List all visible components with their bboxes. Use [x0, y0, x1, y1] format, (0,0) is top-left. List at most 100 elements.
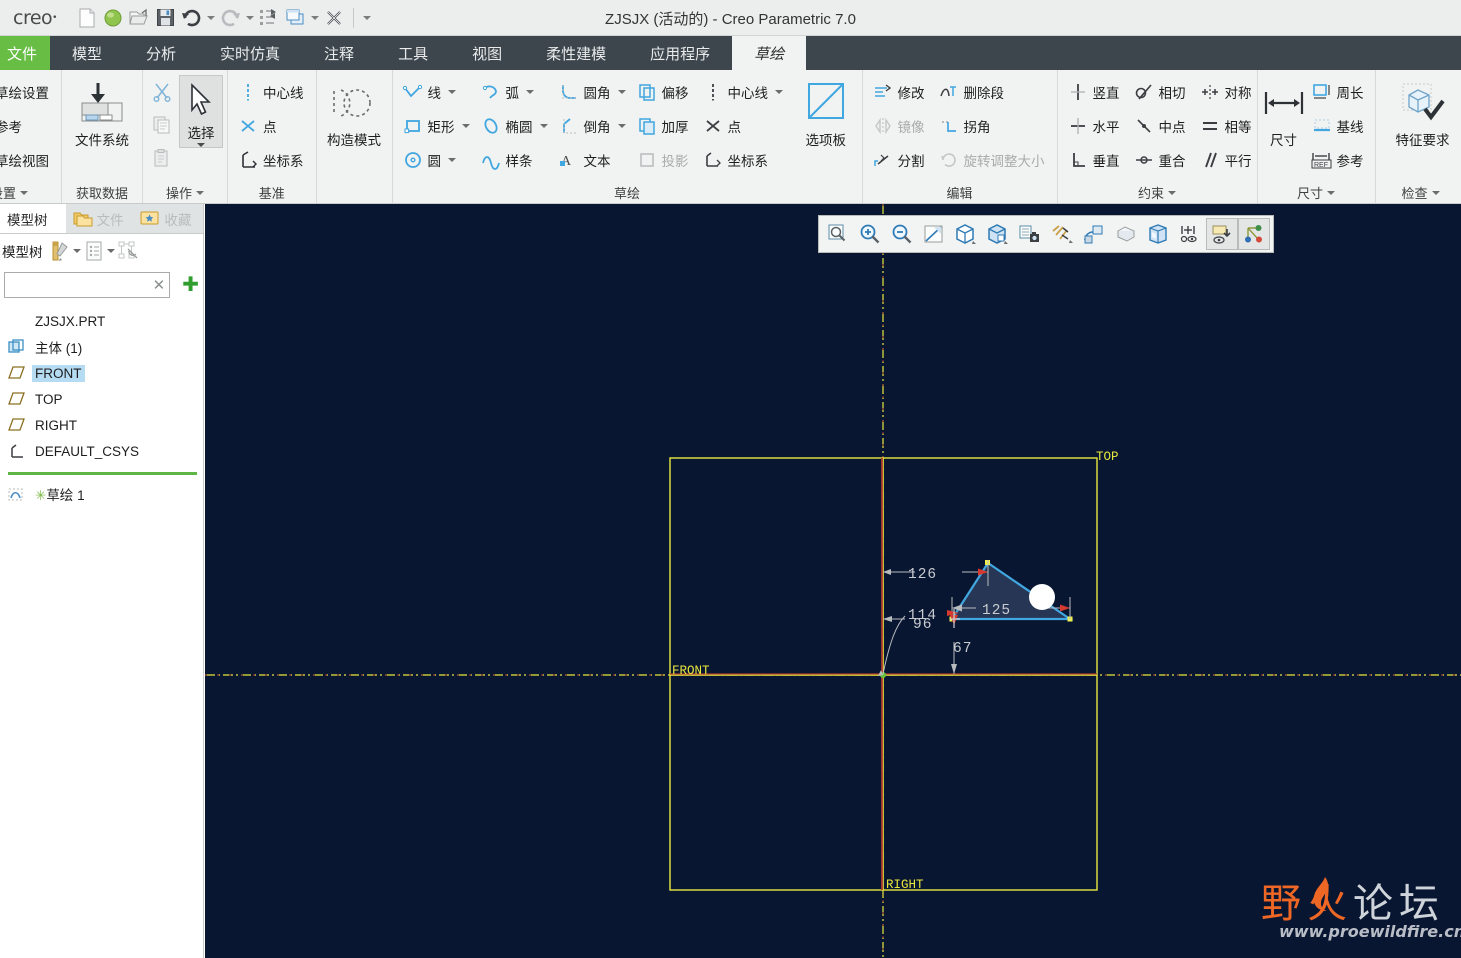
fillet-button[interactable]: 圆角 — [553, 75, 631, 109]
saved-views-icon[interactable] — [1014, 218, 1046, 250]
palette-button[interactable]: 选项板 — [794, 75, 858, 149]
ellipse-button[interactable]: 椭圆 — [475, 109, 553, 143]
project-button[interactable]: 投影 — [631, 143, 697, 177]
undo-dropdown-caret-icon[interactable] — [204, 4, 217, 32]
vertical-constraint-button[interactable]: 竖直 — [1062, 75, 1128, 109]
rectangle-button[interactable]: 矩形 — [397, 109, 475, 143]
ribbon-tab-flexible-modeling[interactable]: 柔性建模 — [524, 36, 628, 70]
plus-icon[interactable]: ✚ — [182, 275, 199, 295]
datum-display-icon[interactable] — [1046, 218, 1078, 250]
tree-filter-icon[interactable] — [117, 239, 139, 263]
ribbon-tab-tools[interactable]: 工具 — [376, 36, 450, 70]
tree-item-default-csys[interactable]: DEFAULT_CSYS — [8, 438, 203, 464]
display-style-icon[interactable] — [950, 218, 982, 250]
ribbon-tab-analysis[interactable]: 分析 — [124, 36, 198, 70]
ribbon-group-inspect-title[interactable]: 检查 — [1376, 182, 1461, 203]
file-system-button[interactable]: 文件系统 — [66, 75, 138, 149]
ribbon-group-setup-title[interactable]: 设置 — [0, 182, 61, 203]
section-icon[interactable] — [1110, 218, 1142, 250]
tab-model-tree[interactable]: 模型树 — [0, 204, 66, 233]
tree-item-right[interactable]: RIGHT — [8, 412, 203, 438]
appearance-icon[interactable] — [982, 218, 1014, 250]
circle-button[interactable]: 圆 — [397, 143, 475, 177]
ribbon-tab-file[interactable]: 文件 — [0, 36, 50, 70]
modify-button[interactable]: 修改 — [867, 75, 933, 109]
new-file-icon[interactable] — [74, 4, 100, 32]
rotate-resize-button[interactable]: 旋转调整大小 — [933, 143, 1053, 177]
sketch-csys-button[interactable]: 坐标系 — [697, 143, 789, 177]
open-file-icon[interactable] — [126, 4, 152, 32]
sketcher-display-icon[interactable] — [1206, 218, 1238, 250]
graphics-area[interactable]: TOP FRONT RIGHT 126 125 114 96 67 野 火 论 … — [205, 204, 1461, 958]
fillet-caret-icon[interactable] — [617, 90, 626, 94]
sketch-point-button[interactable]: 点 — [697, 109, 789, 143]
rectangle-caret-icon[interactable] — [461, 124, 470, 128]
zoom-out-icon[interactable] — [886, 218, 918, 250]
line-button[interactable]: 线 — [397, 75, 475, 109]
horizontal-constraint-button[interactable]: 水平 — [1062, 109, 1128, 143]
ribbon-tab-applications[interactable]: 应用程序 — [628, 36, 732, 70]
sketch-settings-button[interactable]: 草绘设置 — [0, 75, 57, 109]
sketch-centerline-button[interactable]: 中心线 — [697, 75, 789, 109]
text-button[interactable]: A 文本 — [553, 143, 631, 177]
view-orientation-icon[interactable] — [1142, 218, 1174, 250]
tree-item-top[interactable]: TOP — [8, 386, 203, 412]
ribbon-group-operations-title[interactable]: 操作 — [143, 182, 227, 203]
dimension-button[interactable]: 尺寸 — [1262, 75, 1306, 149]
spin-center-icon[interactable] — [1078, 218, 1110, 250]
chamfer-caret-icon[interactable] — [617, 124, 626, 128]
tab-folders[interactable]: 文件 — [66, 204, 134, 233]
feature-requirements-button[interactable]: 特征要求 — [1380, 75, 1461, 149]
baseline-dimension-button[interactable]: 基线 — [1306, 109, 1372, 143]
tree-display-icon[interactable] — [83, 239, 105, 263]
ribbon-tab-sketch[interactable]: 草绘 — [732, 36, 807, 70]
tree-tools-icon[interactable] — [49, 239, 71, 263]
redo-icon[interactable] — [217, 4, 243, 32]
references-button[interactable]: 参考 — [0, 109, 57, 143]
delete-segment-button[interactable]: 删除段 — [933, 75, 1053, 109]
redo-dropdown-caret-icon[interactable] — [243, 4, 256, 32]
tree-item-body[interactable]: 主体 (1) — [8, 334, 203, 360]
window-dropdown-caret-icon[interactable] — [308, 4, 321, 32]
circle-caret-icon[interactable] — [448, 158, 456, 162]
equal-constraint-button[interactable]: 相等 — [1194, 109, 1260, 143]
constraint-display-icon[interactable] — [1238, 218, 1270, 250]
select-dropdown-caret-icon[interactable] — [197, 143, 205, 147]
sketch-centerline-caret-icon[interactable] — [775, 90, 783, 94]
datum-centerline-button[interactable]: 中心线 — [232, 75, 312, 109]
save-icon[interactable] — [152, 4, 178, 32]
corner-button[interactable]: 拐角 — [933, 109, 1053, 143]
ribbon-tab-live-simulation[interactable]: 实时仿真 — [198, 36, 302, 70]
zoom-window-icon[interactable] — [822, 218, 854, 250]
copy-icon[interactable] — [147, 108, 177, 141]
coincident-constraint-button[interactable]: 重合 — [1128, 143, 1194, 177]
ribbon-group-dimension-title[interactable]: 尺寸 — [1258, 182, 1375, 203]
datum-csys-button[interactable]: 坐标系 — [232, 143, 312, 177]
window-icon[interactable] — [282, 4, 308, 32]
close-icon[interactable] — [321, 4, 347, 32]
perpendicular-constraint-button[interactable]: 垂直 — [1062, 143, 1128, 177]
spline-button[interactable]: 样条 — [475, 143, 553, 177]
refit-icon[interactable] — [918, 218, 950, 250]
symmetric-constraint-button[interactable]: 对称 — [1194, 75, 1260, 109]
tree-item-front[interactable]: FRONT — [8, 360, 203, 386]
open-recent-icon[interactable] — [100, 4, 126, 32]
select-button[interactable]: 选择 — [179, 75, 223, 148]
thicken-button[interactable]: 加厚 — [631, 109, 697, 143]
divide-button[interactable]: 分割 — [867, 143, 933, 177]
dimension-96[interactable]: 96 — [913, 617, 932, 633]
regenerate-icon[interactable] — [256, 4, 282, 32]
dimension-126[interactable]: 126 — [883, 560, 989, 586]
ribbon-group-constrain-title[interactable]: 约束 — [1058, 182, 1257, 203]
perimeter-dimension-button[interactable]: 周长 — [1306, 75, 1372, 109]
ribbon-tab-model[interactable]: 模型 — [50, 36, 124, 70]
chamfer-button[interactable]: 倒角 — [553, 109, 631, 143]
ribbon-tab-view[interactable]: 视图 — [450, 36, 524, 70]
undo-icon[interactable] — [178, 4, 204, 32]
midpoint-constraint-button[interactable]: 中点 — [1128, 109, 1194, 143]
mirror-button[interactable]: 镜像 — [867, 109, 933, 143]
annotation-display-icon[interactable] — [1174, 218, 1206, 250]
customize-qat-icon[interactable] — [360, 4, 373, 32]
tree-item-sketch1[interactable]: ✳草绘 1 — [8, 481, 203, 507]
reference-dimension-button[interactable]: REF 参考 — [1306, 143, 1372, 177]
